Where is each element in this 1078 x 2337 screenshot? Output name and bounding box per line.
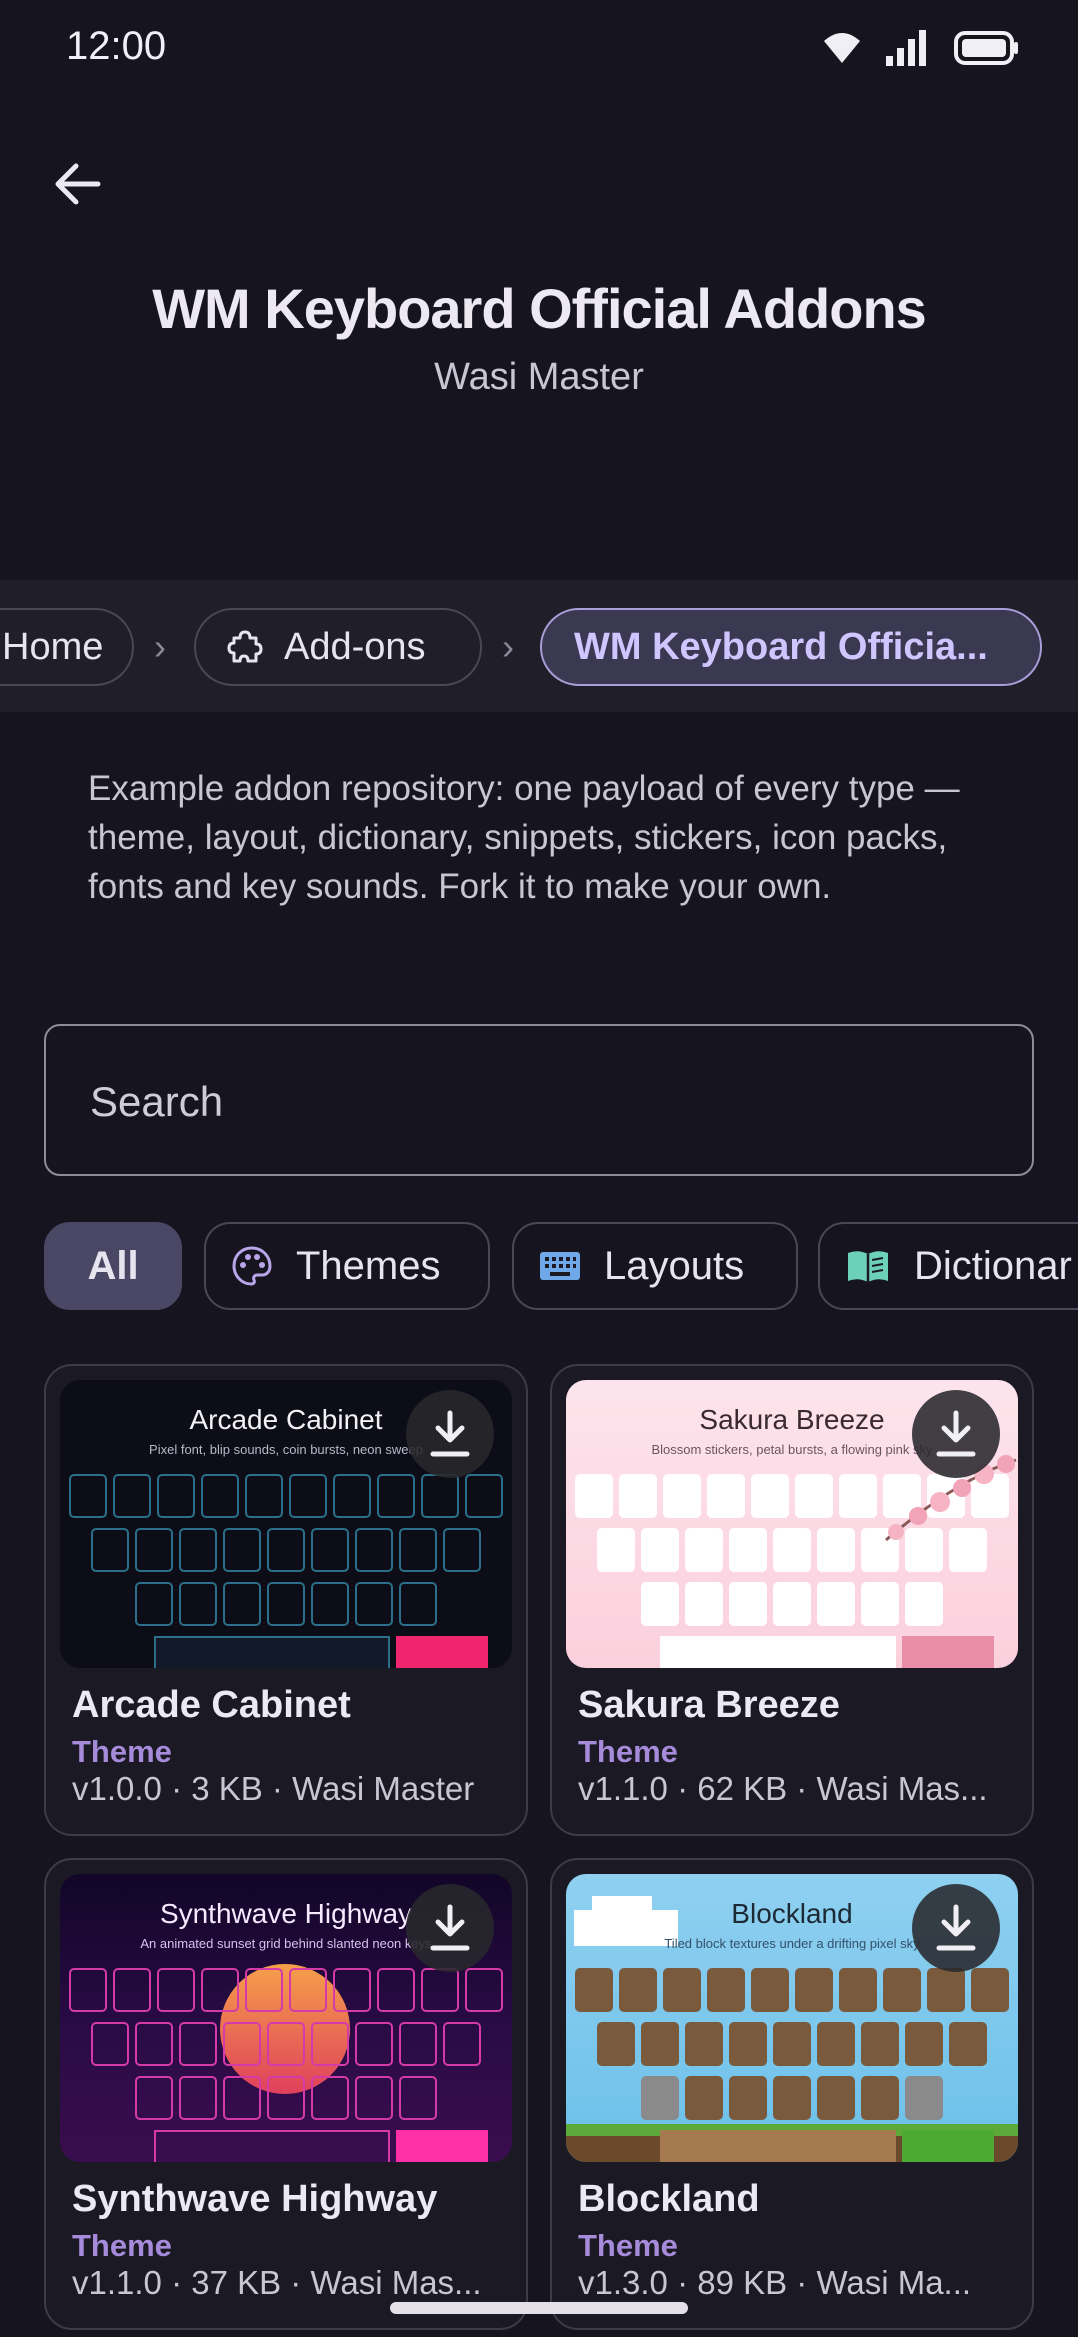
enter-key xyxy=(902,1636,994,1668)
addon-meta: v1.1.0 · 62 KB · Wasi Mas... xyxy=(578,1770,988,1807)
home-indicator[interactable] xyxy=(390,2302,688,2314)
addon-card-sakura-breeze[interactable]: Sakura Breeze Blossom stickers, petal bu… xyxy=(550,1364,1034,1836)
addon-card-blockland[interactable]: Blockland Tiled block textures under a d… xyxy=(550,1858,1034,2330)
breadcrumb: Home › Add-ons › WM Keyboard Officia... xyxy=(0,580,1078,712)
key-row xyxy=(60,1528,512,1572)
enter-key xyxy=(902,2130,994,2162)
space-key xyxy=(154,2130,390,2162)
key-row xyxy=(566,2076,1018,2120)
repository-description: Example addon repository: one payload of… xyxy=(88,769,960,906)
addon-type: Theme xyxy=(72,2228,172,2263)
status-time: 12:00 xyxy=(66,24,167,68)
key-row xyxy=(566,2022,1018,2066)
addon-preview: Blockland Tiled block textures under a d… xyxy=(566,1874,1018,2162)
breadcrumb-home[interactable]: Home xyxy=(0,608,134,686)
enter-key xyxy=(396,1636,488,1668)
addon-type: Theme xyxy=(72,1734,172,1769)
wifi-icon xyxy=(824,33,860,63)
key-row xyxy=(566,1968,1018,2012)
addon-preview: Sakura Breeze Blossom stickers, petal bu… xyxy=(566,1380,1018,1668)
breadcrumb-separator-icon: › xyxy=(154,626,166,667)
search-input[interactable] xyxy=(90,1074,990,1130)
download-button[interactable] xyxy=(406,1884,494,1972)
breadcrumb-current[interactable]: WM Keyboard Officia... xyxy=(540,608,1042,686)
breadcrumb-home-label: Home xyxy=(2,625,104,668)
breadcrumb-addons-label: Add-ons xyxy=(284,625,426,668)
addon-name: Sakura Breeze xyxy=(578,1684,840,1726)
filter-chip-label: All xyxy=(87,1243,139,1288)
signal-icon xyxy=(886,30,926,66)
back-button[interactable] xyxy=(38,144,118,224)
download-button[interactable] xyxy=(912,1884,1000,1972)
addon-name: Blockland xyxy=(578,2178,760,2220)
filter-chip-dictionary[interactable]: Dictionar xyxy=(818,1222,1078,1310)
addon-name: Arcade Cabinet xyxy=(72,1684,351,1726)
puzzle-icon xyxy=(227,630,263,663)
filter-chip-label: Dictionar xyxy=(914,1243,1072,1288)
key-row xyxy=(60,1474,512,1518)
addon-meta: v1.1.0 · 37 KB · Wasi Mas... xyxy=(72,2264,482,2301)
addon-type: Theme xyxy=(578,1734,678,1769)
breadcrumb-addons[interactable]: Add-ons xyxy=(194,608,482,686)
breadcrumb-separator-icon: › xyxy=(502,626,514,667)
filter-chip-layouts[interactable]: Layouts xyxy=(512,1222,798,1310)
addon-preview: Arcade Cabinet Pixel font, blip sounds, … xyxy=(60,1380,512,1668)
download-icon xyxy=(430,1904,470,1951)
key-row xyxy=(60,1968,512,2012)
palette-icon xyxy=(232,1246,272,1286)
status-bar: 12:00 xyxy=(0,0,1078,96)
enter-key xyxy=(396,2130,488,2162)
keyboard-icon xyxy=(540,1252,580,1280)
battery-icon xyxy=(954,31,1018,65)
download-button[interactable] xyxy=(406,1390,494,1478)
arrow-left-icon xyxy=(55,163,101,205)
addon-card-synthwave-highway[interactable]: Synthwave Highway An animated sunset gri… xyxy=(44,1858,528,2330)
download-icon xyxy=(936,1904,976,1951)
space-key xyxy=(154,1636,390,1668)
key-row xyxy=(60,1582,512,1626)
filter-chip-all[interactable]: All xyxy=(44,1222,182,1310)
addon-name: Synthwave Highway xyxy=(72,2178,438,2220)
addon-meta: v1.0.0 · 3 KB · Wasi Master xyxy=(72,1770,475,1807)
download-button[interactable] xyxy=(912,1390,1000,1478)
filter-chip-label: Themes xyxy=(296,1243,441,1288)
addon-meta: v1.3.0 · 89 KB · Wasi Ma... xyxy=(578,2264,972,2301)
key-row xyxy=(566,1582,1018,1626)
breadcrumb-current-label: WM Keyboard Officia... xyxy=(574,625,988,668)
addon-card-arcade-cabinet[interactable]: Arcade Cabinet Pixel font, blip sounds, … xyxy=(44,1364,528,1836)
key-row xyxy=(60,2022,512,2066)
space-key xyxy=(660,2130,896,2162)
page-subtitle: Wasi Master xyxy=(434,356,644,398)
addon-type: Theme xyxy=(578,2228,678,2263)
status-icons xyxy=(822,30,1020,66)
filter-chip-label: Layouts xyxy=(604,1243,745,1288)
filter-chips: All Themes Layouts Dictionar xyxy=(0,1222,1078,1310)
download-icon xyxy=(430,1410,470,1457)
addon-preview: Synthwave Highway An animated sunset gri… xyxy=(60,1874,512,2162)
search-field[interactable] xyxy=(44,1024,1034,1176)
key-row xyxy=(60,2076,512,2120)
page-title: WM Keyboard Official Addons xyxy=(152,277,927,340)
space-key xyxy=(660,1636,896,1668)
filter-chip-themes[interactable]: Themes xyxy=(204,1222,490,1310)
download-icon xyxy=(936,1410,976,1457)
book-icon xyxy=(848,1251,888,1282)
